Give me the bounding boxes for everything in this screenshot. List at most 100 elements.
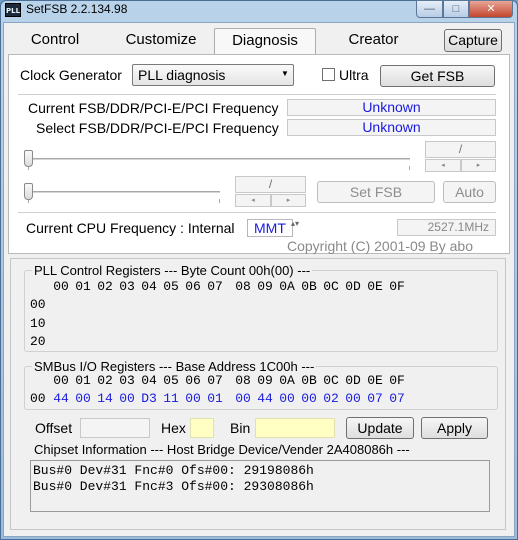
spin-left-button[interactable]: ◂ — [425, 159, 461, 172]
get-fsb-button[interactable]: Get FSB — [380, 65, 495, 87]
secondary-slider-ticks — [28, 199, 220, 203]
maximize-button[interactable]: □ — [443, 0, 469, 18]
offset-field[interactable] — [80, 418, 150, 438]
pll-column-label: 04 — [141, 279, 157, 294]
pll-row-label: 00 — [30, 297, 46, 312]
spinner-icon[interactable]: ▴▾ — [291, 220, 299, 228]
pll-column-label: 02 — [97, 279, 113, 294]
tab-diagnosis[interactable]: Diagnosis — [214, 28, 316, 54]
bin-field[interactable] — [255, 418, 335, 438]
pll-column-label: 0C — [323, 279, 339, 294]
spin-left-button[interactable]: ◂ — [235, 194, 271, 207]
pll-column-label: 0E — [367, 279, 383, 294]
chipset-info-line: Bus#0 Dev#31 Fnc#3 Ofs#00: 29308086h — [33, 479, 314, 494]
bin-label: Bin — [230, 420, 251, 436]
update-button[interactable]: Update — [346, 417, 414, 439]
pll-column-label: 0F — [389, 279, 405, 294]
ratio-display: / — [235, 176, 306, 193]
auto-button[interactable]: Auto — [443, 181, 496, 203]
smbus-column-label: 0D — [345, 373, 361, 388]
pll-column-label: 0A — [279, 279, 295, 294]
select-frequency-label: Select FSB/DDR/PCI-E/PCI Frequency — [36, 120, 279, 136]
pll-column-label: 09 — [257, 279, 273, 294]
smbus-column-label: 0A — [279, 373, 295, 388]
close-button[interactable]: ✕ — [469, 0, 513, 18]
smbus-column-label: 05 — [163, 373, 179, 388]
current-frequency-label: Current FSB/DDR/PCI-E/PCI Frequency — [28, 100, 279, 116]
pll-column-label: 05 — [163, 279, 179, 294]
hex-label: Hex — [161, 420, 186, 436]
tab-control[interactable]: Control — [20, 28, 90, 54]
smbus-column-label: 0F — [389, 373, 405, 388]
smbus-register-value: 44 — [53, 391, 69, 406]
smbus-register-value: 14 — [97, 391, 113, 406]
smbus-column-label: 0C — [323, 373, 339, 388]
secondary-slider-thumb[interactable] — [24, 183, 33, 200]
pll-column-label: 07 — [207, 279, 223, 294]
smbus-column-label: 06 — [185, 373, 201, 388]
cpu-frequency-label: Current CPU Frequency : Internal — [26, 220, 235, 236]
pll-row-label: 10 — [30, 316, 46, 331]
pll-column-label: 08 — [235, 279, 251, 294]
pll-row-label: 20 — [30, 334, 46, 349]
fsb-slider-track[interactable] — [28, 158, 410, 160]
chipset-info-line: Bus#0 Dev#31 Fnc#0 Ofs#00: 29198086h — [33, 463, 314, 478]
copyright-text: Copyright (C) 2001-09 By abo — [287, 238, 473, 254]
pll-column-label: 0B — [301, 279, 317, 294]
smbus-register-value: 00 — [185, 391, 201, 406]
ultra-checkbox[interactable] — [322, 68, 335, 81]
spin-right-button[interactable]: ▸ — [461, 159, 496, 172]
window-title: SetFSB 2.2.134.98 — [26, 2, 128, 16]
pll-registers-title: PLL Control Registers --- Byte Count 00h… — [32, 263, 313, 278]
smbus-column-header: 00 01 02 03 04 05 06 07 08 09 0A 0B 0C 0D 0E 0F — [50, 373, 408, 388]
pll-column-label: 00 — [53, 279, 69, 294]
smbus-register-value: 07 — [389, 391, 405, 406]
pll-app-icon: PLL — [5, 3, 21, 17]
smbus-column-label: 04 — [141, 373, 157, 388]
pll-column-label: 06 — [185, 279, 201, 294]
smbus-register-value: 02 — [323, 391, 339, 406]
select-frequency-value: Unknown — [287, 119, 496, 136]
smbus-column-label: 09 — [257, 373, 273, 388]
smbus-register-value: 44 — [257, 391, 273, 406]
ratio-display: / — [425, 141, 496, 158]
cpu-frequency-value: 2527.1MHz — [397, 219, 496, 236]
secondary-slider-track[interactable] — [28, 191, 220, 193]
smbus-register-value: 11 — [163, 391, 179, 406]
pll-column-label: 01 — [75, 279, 91, 294]
pll-column-header: 00 01 02 03 04 05 06 07 08 09 0A 0B 0C 0D 0E 0F — [50, 279, 408, 294]
fsb-slider-ticks — [28, 166, 410, 170]
pll-column-label: 03 — [119, 279, 135, 294]
smbus-register-value: 00 — [279, 391, 295, 406]
spin-right-button[interactable]: ▸ — [271, 194, 306, 207]
smbus-registers-title: SMBus I/O Registers --- Base Address 1C0… — [32, 359, 317, 374]
smbus-column-label: 07 — [207, 373, 223, 388]
pll-column-label: 0D — [345, 279, 361, 294]
smbus-register-value: 00 — [75, 391, 91, 406]
cpu-source-field[interactable]: MMT — [247, 219, 293, 237]
smbus-column-label: 00 — [53, 373, 69, 388]
clock-generator-label: Clock Generator — [20, 67, 122, 83]
smbus-register-values: 44 00 14 00 D3 11 00 01 00 44 00 00 02 00 07 07 — [50, 391, 408, 406]
tab-customize[interactable]: Customize — [116, 28, 206, 54]
smbus-row-label: 00 — [30, 391, 46, 406]
smbus-register-value: 01 — [207, 391, 223, 406]
chevron-down-icon[interactable]: ▼ — [281, 69, 289, 78]
current-frequency-value: Unknown — [287, 99, 496, 116]
smbus-column-label: 08 — [235, 373, 251, 388]
smbus-register-value: 00 — [301, 391, 317, 406]
minimize-button[interactable]: — — [416, 0, 443, 18]
ultra-label: Ultra — [339, 67, 369, 83]
offset-label: Offset — [35, 420, 73, 436]
capture-button[interactable]: Capture — [444, 29, 502, 52]
apply-button[interactable]: Apply — [421, 417, 488, 439]
smbus-register-value: D3 — [141, 391, 157, 406]
smbus-column-label: 0B — [301, 373, 317, 388]
set-fsb-button[interactable]: Set FSB — [317, 181, 435, 203]
clock-generator-select[interactable]: PLL diagnosis — [132, 64, 294, 86]
fsb-slider-thumb[interactable] — [24, 150, 33, 167]
hex-field[interactable] — [190, 418, 214, 438]
smbus-column-label: 02 — [97, 373, 113, 388]
tab-creator[interactable]: Creator — [336, 28, 411, 54]
smbus-register-value: 07 — [367, 391, 383, 406]
